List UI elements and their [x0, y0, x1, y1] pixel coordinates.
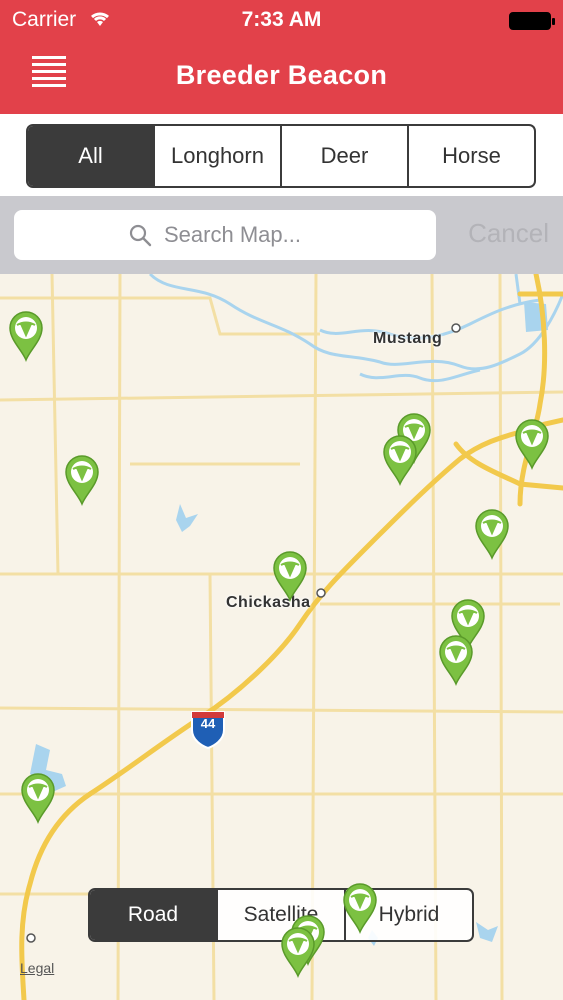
filter-all[interactable]: All	[28, 126, 155, 186]
search-input[interactable]	[164, 218, 424, 252]
place-label-mustang: Mustang	[373, 330, 443, 347]
longhorn-marker-icon[interactable]	[20, 772, 56, 824]
legal-link[interactable]: Legal	[20, 960, 54, 976]
filter-deer[interactable]: Deer	[282, 126, 409, 186]
search-icon	[129, 224, 152, 247]
clock: 7:33 AM	[241, 8, 322, 31]
category-filter: All Longhorn Deer Horse	[26, 124, 536, 188]
battery-icon	[509, 12, 555, 30]
nav-bar: Breeder Beacon	[0, 44, 563, 114]
top-bar: Carrier 7:33 AM Breeder Beacon	[0, 0, 563, 114]
longhorn-marker-icon[interactable]	[342, 882, 378, 934]
longhorn-marker-icon[interactable]	[514, 418, 550, 470]
longhorn-marker-icon[interactable]	[64, 454, 100, 506]
longhorn-marker-icon[interactable]	[272, 550, 308, 602]
highway-shield-number: 44	[200, 716, 216, 731]
filter-longhorn[interactable]: Longhorn	[155, 126, 282, 186]
search-field[interactable]	[14, 210, 436, 260]
longhorn-marker-icon[interactable]	[382, 434, 418, 486]
search-bar: Cancel	[0, 196, 563, 274]
longhorn-marker-icon[interactable]	[8, 310, 44, 362]
map-type-road[interactable]: Road	[90, 890, 218, 940]
longhorn-marker-icon[interactable]	[280, 926, 316, 978]
cancel-button[interactable]: Cancel	[468, 218, 549, 249]
filter-horse[interactable]: Horse	[409, 126, 534, 186]
longhorn-marker-icon[interactable]	[474, 508, 510, 560]
filter-bar: All Longhorn Deer Horse	[0, 114, 563, 196]
status-bar: Carrier 7:33 AM	[0, 6, 563, 34]
map-view[interactable]: Mustang Chickasha 44 Road Satellite Hybr…	[0, 274, 563, 1000]
page-title: Breeder Beacon	[175, 60, 388, 90]
longhorn-marker-icon[interactable]	[438, 634, 474, 686]
